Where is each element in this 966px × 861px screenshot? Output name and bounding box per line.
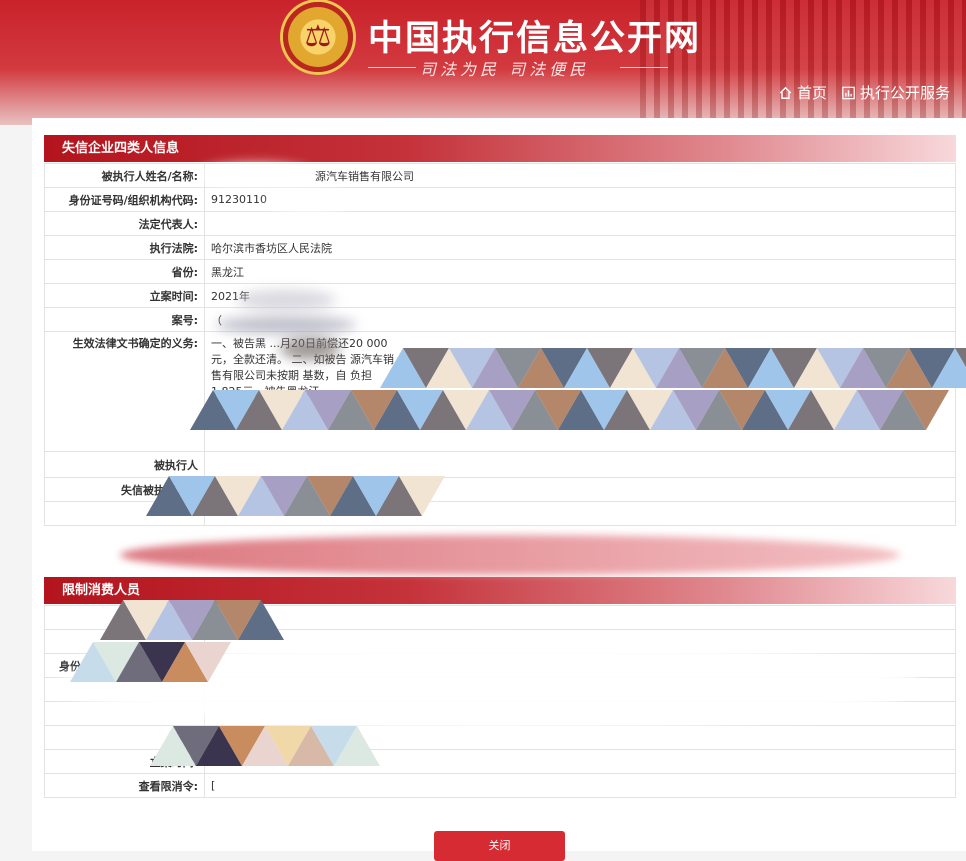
redaction-blur bbox=[236, 290, 336, 310]
redaction-blur bbox=[280, 338, 340, 360]
site-slogan: 司法为民 司法便民 bbox=[420, 60, 590, 79]
field-value bbox=[204, 725, 956, 750]
field-label: 案号: bbox=[44, 725, 205, 750]
site-title: 中国执行信息公开网 bbox=[368, 19, 702, 59]
table-row: 被执行人姓名/名称: 源汽车销售有限公司 bbox=[44, 163, 956, 188]
table-row: 生效法律文书确定的义务: 一、被告黑 ...月20日前偿还20 000元，全款还… bbox=[44, 331, 956, 452]
divider bbox=[368, 67, 416, 68]
field-label: 身份证号码/组织机构代码: bbox=[44, 187, 205, 212]
field-label: 案号: bbox=[44, 307, 205, 332]
field-label: 被执行人姓名/名称: bbox=[44, 163, 205, 188]
field-label: 立案时间: bbox=[44, 749, 205, 774]
redaction-blur bbox=[60, 640, 920, 730]
field-value: 哈尔滨市香坊区人民法院 bbox=[204, 235, 956, 260]
table-row: 被执行人 bbox=[44, 451, 956, 478]
nav-home-label: 首页 bbox=[797, 84, 828, 102]
table-row bbox=[44, 605, 956, 630]
redaction-blur bbox=[200, 164, 310, 186]
field-value bbox=[204, 211, 956, 236]
table-row: 立案时间: bbox=[44, 749, 956, 774]
table-row: 立案时间: 2021年 bbox=[44, 283, 956, 308]
table-row: 执行法院: 哈尔滨市香坊区人民法院 bbox=[44, 235, 956, 260]
redaction-blur bbox=[120, 535, 900, 575]
table-row: 法定代表人: bbox=[44, 211, 956, 236]
field-value bbox=[204, 749, 956, 774]
field-value bbox=[204, 477, 956, 502]
field-value bbox=[204, 605, 956, 630]
field-label bbox=[44, 629, 205, 654]
close-button[interactable]: 关闭 bbox=[434, 831, 565, 861]
field-label: 失信被执行人行 bbox=[44, 477, 205, 502]
nav-public-service[interactable]: 执行公开服务 bbox=[841, 82, 950, 103]
table-row: 失信被执行人行 bbox=[44, 477, 956, 502]
field-label: 法定代表人: bbox=[44, 211, 205, 236]
field-label: 立案时间: bbox=[44, 283, 205, 308]
nav-home[interactable]: 首页 bbox=[778, 82, 827, 103]
dishonest-info-table: 被执行人姓名/名称: 源汽车销售有限公司 身份证号码/组织机构代码: 91230… bbox=[44, 163, 956, 526]
section-title-restricted-consumption: 限制消费人员 bbox=[44, 577, 956, 604]
home-icon bbox=[779, 86, 792, 99]
redaction-blur bbox=[268, 190, 348, 212]
field-label: 执行法院: bbox=[44, 235, 205, 260]
section-title-dishonest-entities: 失信企业四类人信息 bbox=[44, 135, 956, 162]
field-label: 省份: bbox=[44, 259, 205, 284]
field-label bbox=[44, 501, 205, 526]
table-row bbox=[44, 501, 956, 526]
table-row: 身份证号码/组织机构代码: 91230110 bbox=[44, 187, 956, 212]
nav-public-service-label: 执行公开服务 bbox=[860, 84, 951, 102]
field-value: 源汽车销售有限公司 bbox=[204, 163, 956, 188]
field-value bbox=[204, 501, 956, 526]
redaction-blur bbox=[216, 316, 356, 334]
field-value: 黑龙江 bbox=[204, 259, 956, 284]
table-row: 查看限消令: [ bbox=[44, 773, 956, 798]
table-row: 案号: （ bbox=[44, 307, 956, 332]
field-value bbox=[204, 451, 956, 478]
chart-icon bbox=[842, 86, 855, 100]
field-label: 生效法律文书确定的义务: bbox=[44, 331, 205, 452]
site-header: 中国执行信息公开网 司法为民 司法便民 首页 执行公开服务 bbox=[0, 0, 966, 125]
field-label bbox=[44, 605, 205, 630]
court-emblem-icon bbox=[283, 2, 353, 72]
divider bbox=[620, 67, 668, 68]
field-label: 查看限消令: bbox=[44, 773, 205, 798]
field-value: [ bbox=[204, 773, 956, 798]
field-label: 被执行人 bbox=[44, 451, 205, 478]
table-row: 省份: 黑龙江 bbox=[44, 259, 956, 284]
